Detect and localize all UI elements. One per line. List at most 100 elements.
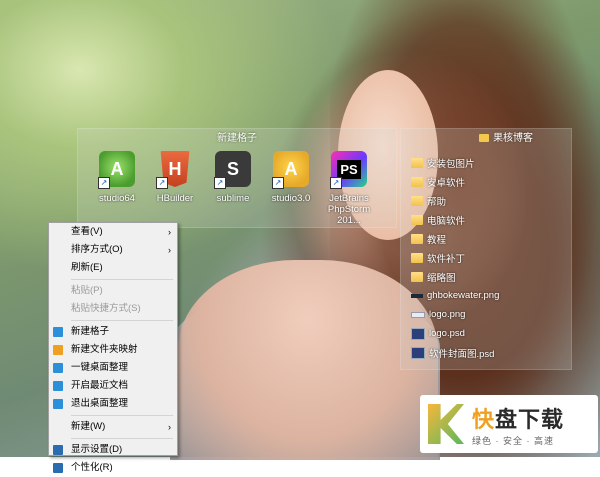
shortcut-arrow-icon: ↗ <box>156 177 168 189</box>
menu-item[interactable]: 一键桌面整理 <box>49 359 177 377</box>
logo-title: 快盘下载 <box>472 402 564 434</box>
shortcut-arrow-icon: ↗ <box>98 177 110 189</box>
add-fence-icon <box>53 327 63 337</box>
file-item[interactable]: logo.psd <box>411 324 571 343</box>
file-name: 电脑软件 <box>427 215 466 227</box>
menu-item-label: 开启最近文档 <box>71 380 129 391</box>
wallpaper-shoulder <box>178 260 438 460</box>
menu-item-label: 新建格子 <box>71 326 110 337</box>
file-item[interactable]: 软件封面图.psd <box>411 343 571 362</box>
file-name: 帮助 <box>427 196 447 208</box>
menu-item-label: 显示设置(D) <box>71 444 123 455</box>
menu-item: 粘贴快捷方式(S) <box>49 300 177 318</box>
menu-item: 粘贴(P) <box>49 282 177 300</box>
file-name: ghbokewater.png <box>427 290 500 301</box>
menu-item-label: 退出桌面整理 <box>71 398 129 409</box>
submenu-chevron-icon: › <box>168 422 171 432</box>
submenu-chevron-icon: › <box>168 227 171 237</box>
menu-item[interactable]: 开启最近文档 <box>49 377 177 395</box>
menu-item-label: 排序方式(O) <box>71 244 123 255</box>
menu-item[interactable]: 显示设置(D) <box>49 441 177 459</box>
file-name: logo.png <box>429 309 466 320</box>
folder-icon <box>411 176 423 187</box>
shortcut-arrow-icon: ↗ <box>214 177 226 189</box>
file-item[interactable]: ghbokewater.png <box>411 286 571 305</box>
recent-docs-icon <box>53 381 63 391</box>
fence-guohe-blog[interactable]: 果核博客 安装包图片安卓软件帮助电脑软件教程软件补丁缩略图 ghbokewater… <box>400 128 572 370</box>
file-name: 软件封面图.psd <box>429 348 495 360</box>
folder-icon <box>411 252 423 263</box>
fence-title: 果核博客 <box>493 133 533 144</box>
folder-icon <box>411 214 423 225</box>
png-file-icon <box>411 293 423 298</box>
menu-item-label: 查看(V) <box>71 226 103 237</box>
shortcut-label: sublime <box>216 193 250 204</box>
file-name: 安装包图片 <box>427 158 475 170</box>
folder-icon <box>411 157 423 168</box>
submenu-chevron-icon: › <box>168 245 171 255</box>
fence-title-row[interactable]: 果核博客 <box>401 129 571 149</box>
menu-item[interactable]: 个性化(R) <box>49 459 177 477</box>
psd-file-icon <box>411 346 425 359</box>
display-settings-icon <box>53 445 63 455</box>
menu-item[interactable]: 刷新(E) <box>49 259 177 277</box>
menu-item[interactable]: 退出桌面整理 <box>49 395 177 413</box>
folder-map-icon <box>53 345 63 355</box>
desktop-shortcut[interactable]: H ↗ HBuilder <box>146 151 204 226</box>
file-item[interactable]: 软件补丁 <box>411 248 571 267</box>
menu-item[interactable]: 新建文件夹映射 <box>49 341 177 359</box>
menu-item[interactable]: 查看(V) › <box>49 223 177 241</box>
personalize-icon <box>53 463 63 473</box>
desktop-context-menu[interactable]: 查看(V) › 排序方式(O) › 刷新(E) 粘贴(P) 粘贴快捷方式(S) 新建格子新建文… <box>48 222 178 473</box>
fence-icon-row: A ↗ studio64 H ↗ HBuilder S ↗ sublime A ↗ studio3.0… <box>78 149 396 226</box>
file-item[interactable]: 教程 <box>411 229 571 248</box>
menu-item-label: 新建(W) <box>71 421 106 432</box>
shortcut-label: studio64 <box>99 193 135 204</box>
folder-icon <box>411 195 423 206</box>
file-name: 安卓软件 <box>427 177 466 189</box>
file-item[interactable]: 安卓软件 <box>411 172 571 191</box>
menu-item-label: 新建文件夹映射 <box>71 344 138 355</box>
desktop-shortcut[interactable]: PS ↗ JetBrains PhpStorm 201... <box>320 151 378 226</box>
desktop-shortcut[interactable]: A ↗ studio64 <box>88 151 146 226</box>
folder-icon <box>479 134 489 142</box>
folder-icon <box>411 233 423 244</box>
menu-separator <box>71 320 173 321</box>
file-item[interactable]: logo.png <box>411 305 571 324</box>
file-item[interactable]: 帮助 <box>411 191 571 210</box>
logo-slogan: 绿色 · 安全 · 高速 <box>472 435 554 446</box>
desktop-shortcut[interactable]: A ↗ studio3.0 <box>262 151 320 226</box>
menu-separator <box>71 438 173 439</box>
logo-title-rest: 盘下载 <box>495 407 565 433</box>
file-item[interactable]: 安装包图片 <box>411 153 571 172</box>
shortcut-arrow-icon: ↗ <box>330 177 342 189</box>
kuaipan-k-logo-icon <box>428 404 464 444</box>
desktop-organize-icon <box>53 363 63 373</box>
shortcut-label: studio3.0 <box>271 193 311 204</box>
desktop-shortcut[interactable]: S ↗ sublime <box>204 151 262 226</box>
kuaipan-logo: 快盘下载 绿色 · 安全 · 高速 <box>420 395 598 453</box>
menu-item[interactable]: 新建格子 <box>49 323 177 341</box>
file-name: logo.psd <box>429 328 465 339</box>
fence-new-grid[interactable]: 新建格子 A ↗ studio64 H ↗ HBuilder S ↗ sublime A ↗ stud… <box>77 128 397 228</box>
file-name: 缩略图 <box>427 272 456 284</box>
folder-icon <box>411 271 423 282</box>
file-name: 软件补丁 <box>427 253 466 265</box>
file-item[interactable]: 缩略图 <box>411 267 571 286</box>
menu-separator <box>71 279 173 280</box>
fence-title[interactable]: 新建格子 <box>78 129 396 149</box>
shortcut-label: HBuilder <box>156 193 194 204</box>
menu-item-label: 粘贴(P) <box>71 285 103 296</box>
file-name: 教程 <box>427 234 447 246</box>
shortcut-arrow-icon: ↗ <box>272 177 284 189</box>
menu-item-label: 一键桌面整理 <box>71 362 129 373</box>
exit-organize-icon <box>53 399 63 409</box>
menu-item[interactable]: 排序方式(O) › <box>49 241 177 259</box>
logo-title-accent: 快 <box>472 407 496 433</box>
menu-item[interactable]: 新建(W) › <box>49 418 177 436</box>
png-file-icon <box>411 311 425 318</box>
file-list: 安装包图片安卓软件帮助电脑软件教程软件补丁缩略图 ghbokewater.png l… <box>401 149 571 362</box>
menu-separator <box>71 415 173 416</box>
file-item[interactable]: 电脑软件 <box>411 210 571 229</box>
psd-file-icon <box>411 327 425 340</box>
